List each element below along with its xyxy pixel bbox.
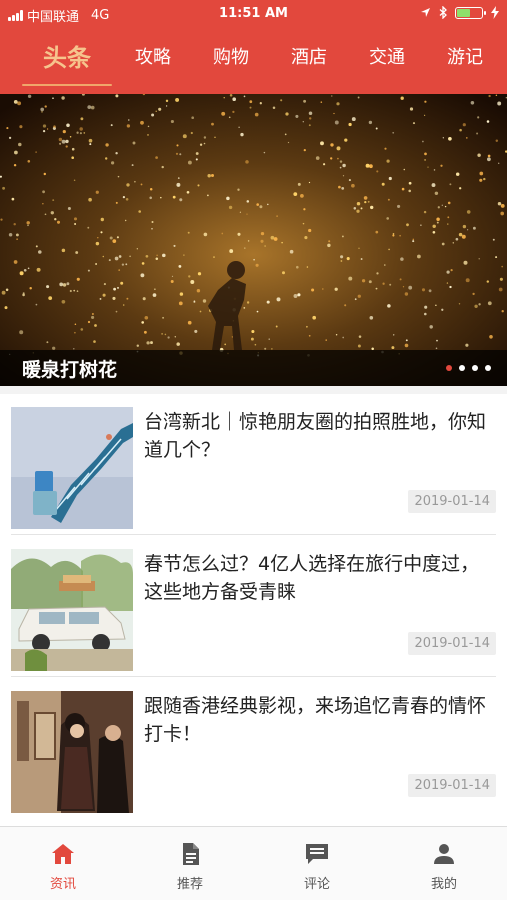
status-bar: 中国联通 4G 11:51 AM [0, 0, 507, 28]
comment-icon [306, 844, 328, 864]
banner-image [0, 94, 507, 386]
article-thumbnail [11, 691, 133, 813]
banner-caption: 暖泉打树花 [0, 350, 507, 386]
tab-shopping[interactable]: 购物 [200, 34, 262, 86]
article-date: 2019-01-14 [408, 774, 496, 797]
tab-transport[interactable]: 交通 [356, 34, 418, 86]
article-thumbnail [11, 407, 133, 529]
location-icon [421, 8, 430, 17]
nav-label: 评论 [303, 877, 330, 892]
category-tabs: 头条 攻略 购物 酒店 交通 游记 [0, 34, 507, 86]
nav-recommend[interactable]: 推荐 [127, 827, 253, 900]
document-icon [183, 843, 199, 865]
active-tab-indicator [22, 84, 112, 86]
tab-travelogue[interactable]: 游记 [434, 34, 496, 86]
nav-profile[interactable]: 我的 [381, 827, 507, 900]
tab-guides[interactable]: 攻略 [122, 34, 184, 86]
article-title: 台湾新北｜惊艳朋友圈的拍照胜地，你知道几个？ [144, 411, 487, 461]
divider [11, 676, 496, 677]
carousel-dot[interactable] [485, 365, 491, 371]
divider [11, 534, 496, 535]
nav-label: 推荐 [176, 877, 203, 892]
banner-carousel[interactable]: 暖泉打树花 [0, 94, 507, 386]
charging-icon [491, 6, 499, 19]
article-title: 跟随香港经典影视，来场追忆青春的情怀打卡！ [144, 695, 487, 745]
article-date: 2019-01-14 [408, 632, 496, 655]
carousel-dot[interactable] [459, 365, 465, 371]
article-date: 2019-01-14 [408, 490, 496, 513]
spiral-staircase-photo [11, 407, 133, 529]
article-title: 春节怎么过？4亿人选择在旅行中度过，这些地方备受青睐 [144, 553, 480, 603]
article-list: 台湾新北｜惊艳朋友圈的拍照胜地，你知道几个？ 2019-01-14 春节怎么过？… [0, 394, 507, 826]
movie-still-photo [11, 691, 133, 813]
home-icon [52, 844, 74, 864]
carousel-dot[interactable] [472, 365, 478, 371]
status-right [420, 6, 499, 19]
nav-comments[interactable]: 评论 [254, 827, 380, 900]
bottom-nav: 资讯 推荐 评论 我的 [0, 826, 507, 900]
vintage-car-photo [11, 549, 133, 671]
banner-title: 暖泉打树花 [22, 359, 118, 381]
battery-icon [455, 6, 486, 19]
carousel-dots [446, 365, 491, 371]
article-thumbnail [11, 549, 133, 671]
carousel-dot[interactable] [446, 365, 452, 371]
list-item[interactable]: 台湾新北｜惊艳朋友圈的拍照胜地，你知道几个？ 2019-01-14 [0, 394, 507, 529]
person-icon [434, 844, 454, 864]
tab-hotels[interactable]: 酒店 [278, 34, 340, 86]
app-header: 中国联通 4G 11:51 AM 头条 攻略 购物 酒店 交通 游记 [0, 0, 507, 94]
tab-headlines[interactable]: 头条 [22, 34, 112, 86]
list-item[interactable]: 春节怎么过？4亿人选择在旅行中度过，这些地方备受青睐 2019-01-14 [0, 536, 507, 671]
nav-label: 资讯 [49, 877, 76, 892]
nav-news[interactable]: 资讯 [0, 827, 126, 900]
list-item[interactable]: 跟随香港经典影视，来场追忆青春的情怀打卡！ 2019-01-14 [0, 678, 507, 813]
bluetooth-icon [439, 6, 447, 19]
nav-label: 我的 [430, 877, 457, 892]
